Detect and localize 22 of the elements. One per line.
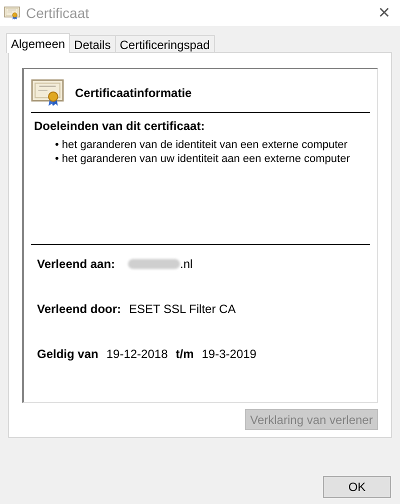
tab[interactable]: Certificeringspad (114, 35, 215, 52)
purpose-text: het garanderen van uw identiteit aan een externe computer (62, 152, 350, 166)
window-title: Certificaat (26, 4, 90, 22)
close-button[interactable]: × (378, 3, 390, 23)
purposes-heading: Doeleinden van dit certificaat: (34, 118, 206, 135)
tab[interactable]: Details (69, 35, 116, 52)
field-value: ESET SSL Filter CA (129, 301, 236, 318)
field-value: 19-12-2018 (106, 346, 168, 363)
ok-button[interactable]: OK (323, 476, 391, 498)
field-label: Geldig van (37, 346, 98, 363)
certificate-icon (4, 6, 20, 20)
purpose-text: het garanderen van de identiteit van een externe computer (62, 138, 348, 152)
section-title: Certificaatinformatie (75, 84, 192, 102)
field-label: t/m (176, 346, 194, 363)
bullet: • (55, 152, 59, 166)
field-value: .nl (180, 256, 193, 273)
bullet: • (55, 138, 59, 152)
field-label: Verleend door: (37, 301, 122, 318)
field-label: Verleend aan: (37, 256, 116, 273)
tab[interactable]: Algemeen (6, 33, 70, 53)
certificate-icon (31, 79, 64, 106)
field-value: 19-3-2019 (202, 346, 256, 363)
